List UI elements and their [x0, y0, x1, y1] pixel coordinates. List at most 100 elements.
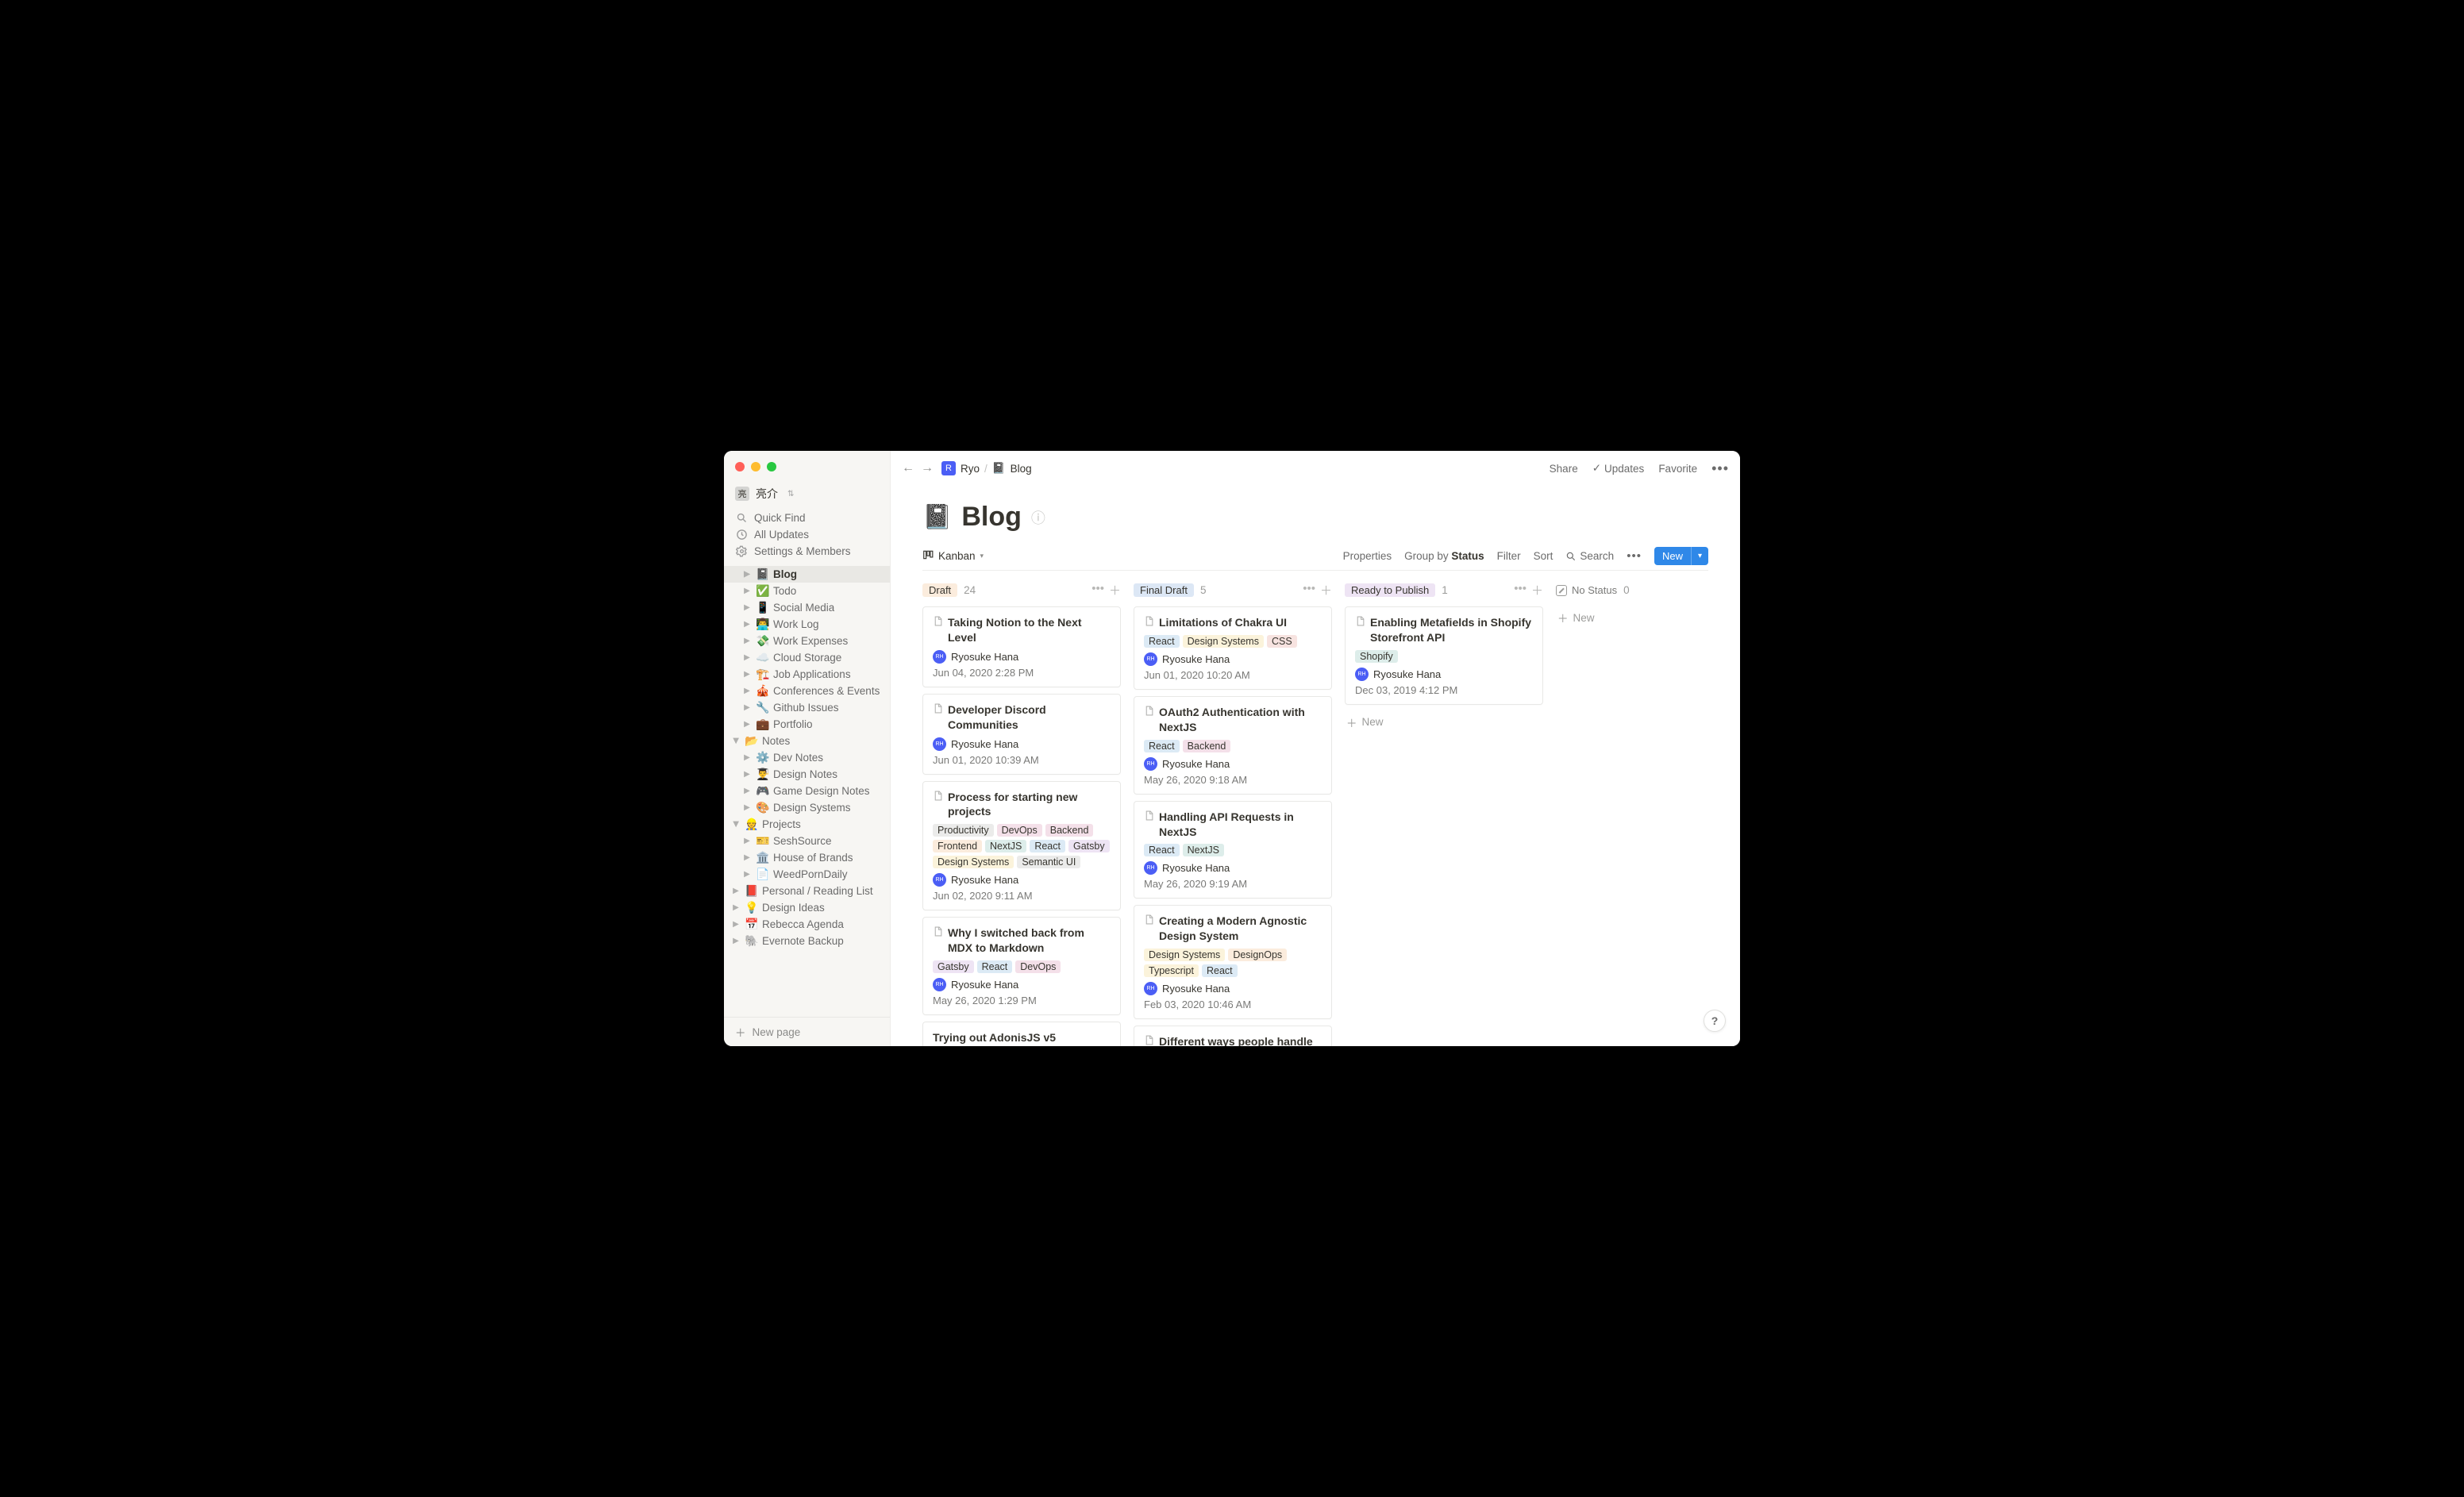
kanban-card[interactable]: Handling API Requests in NextJSReactNext…	[1134, 801, 1332, 899]
caret-icon[interactable]: ▶	[730, 920, 741, 929]
new-record-label[interactable]: New	[1654, 547, 1691, 565]
sidebar-item[interactable]: ▶💡Design Ideas	[724, 899, 890, 916]
sidebar-item[interactable]: ▶🏗️Job Applications	[724, 666, 890, 683]
column-more-button[interactable]: •••	[1303, 582, 1315, 598]
sidebar-item-label: Rebecca Agenda	[762, 918, 844, 930]
sidebar-item[interactable]: ▶🎪Conferences & Events	[724, 683, 890, 699]
sidebar-item[interactable]: ▶📅Rebecca Agenda	[724, 916, 890, 933]
caret-icon[interactable]: ▶	[741, 653, 753, 662]
kanban-card[interactable]: Process for starting new projectsProduct…	[922, 781, 1121, 911]
sidebar-item[interactable]: ▶⚙️Dev Notes	[724, 749, 890, 766]
add-card-button[interactable]: ＋New	[1345, 711, 1543, 733]
caret-icon[interactable]: ▶	[741, 620, 753, 629]
add-card-button[interactable]: ＋New	[1556, 606, 1708, 629]
sidebar-item[interactable]: ▶💼Portfolio	[724, 716, 890, 733]
all-updates-button[interactable]: All Updates	[724, 526, 890, 543]
minimize-window-button[interactable]	[751, 462, 760, 471]
sidebar-item[interactable]: ▶☁️Cloud Storage	[724, 649, 890, 666]
caret-icon[interactable]: ▶	[730, 887, 741, 895]
sidebar-item[interactable]: ▶🔧Github Issues	[724, 699, 890, 716]
quick-find-button[interactable]: Quick Find	[724, 510, 890, 526]
sidebar-item[interactable]: ▶🎮Game Design Notes	[724, 783, 890, 799]
info-icon[interactable]: ⓘ	[1031, 507, 1045, 528]
kanban-card[interactable]: Developer Discord CommunitiesRHRyosuke H…	[922, 694, 1121, 775]
kanban-card[interactable]: Different ways people handle grids in de…	[1134, 1026, 1332, 1046]
view-selector[interactable]: Kanban ▾	[922, 549, 984, 563]
groupby-button[interactable]: Group by Status	[1404, 550, 1484, 562]
caret-icon[interactable]: ▶	[741, 687, 753, 695]
column-more-button[interactable]: •••	[1091, 582, 1104, 598]
kanban-card[interactable]: Trying out AdonisJS v5RHRyosuke HanaMay …	[922, 1022, 1121, 1046]
breadcrumb-workspace[interactable]: Ryo	[961, 463, 980, 475]
page-emoji-icon: 🏗️	[756, 668, 770, 681]
sidebar-item[interactable]: ▶🐘Evernote Backup	[724, 933, 890, 949]
more-menu-button[interactable]: •••	[1711, 460, 1729, 477]
kanban-card[interactable]: Why I switched back from MDX to Markdown…	[922, 917, 1121, 1015]
sidebar-item[interactable]: ▶📄WeedPornDaily	[724, 866, 890, 883]
column-add-button[interactable]: ＋	[1109, 582, 1121, 598]
caret-icon[interactable]: ▶	[741, 770, 753, 779]
filter-button[interactable]: Filter	[1497, 550, 1521, 562]
caret-icon[interactable]: ▶	[732, 736, 741, 747]
sidebar-item[interactable]: ▶📕Personal / Reading List	[724, 883, 890, 899]
caret-icon[interactable]: ▶	[741, 803, 753, 812]
nav-back-button[interactable]: ←	[902, 461, 914, 475]
caret-icon[interactable]: ▶	[741, 603, 753, 612]
caret-icon[interactable]: ▶	[741, 720, 753, 729]
caret-icon[interactable]: ▶	[741, 853, 753, 862]
column-add-button[interactable]: ＋	[1320, 582, 1332, 598]
nav-forward-button[interactable]: →	[921, 461, 934, 475]
kanban-card[interactable]: Enabling Metafields in Shopify Storefron…	[1345, 606, 1543, 705]
sort-button[interactable]: Sort	[1534, 550, 1553, 562]
column-more-button[interactable]: •••	[1514, 582, 1527, 598]
sidebar-item[interactable]: ▶💸Work Expenses	[724, 633, 890, 649]
new-record-dropdown[interactable]: ▾	[1691, 547, 1708, 565]
search-icon	[735, 512, 748, 524]
sidebar-item[interactable]: ▶👷Projects	[724, 816, 890, 833]
workspace-switcher[interactable]: 亮 亮介 ⇅	[724, 483, 890, 508]
caret-icon[interactable]: ▶	[741, 570, 753, 579]
sidebar-item[interactable]: ▶📓Blog	[724, 566, 890, 583]
caret-icon[interactable]: ▶	[741, 837, 753, 845]
kanban-card[interactable]: Limitations of Chakra UIReactDesign Syst…	[1134, 606, 1332, 690]
column-status-tag[interactable]: Final Draft	[1134, 583, 1194, 597]
caret-icon[interactable]: ▶	[741, 587, 753, 595]
sidebar-item[interactable]: ▶🎨Design Systems	[724, 799, 890, 816]
column-status-tag[interactable]: Draft	[922, 583, 957, 597]
page-emoji[interactable]: 📓	[922, 503, 952, 531]
caret-icon[interactable]: ▶	[741, 753, 753, 762]
properties-button[interactable]: Properties	[1343, 550, 1392, 562]
updates-button[interactable]: ✓ Updates	[1592, 462, 1645, 475]
maximize-window-button[interactable]	[767, 462, 776, 471]
favorite-button[interactable]: Favorite	[1658, 463, 1697, 475]
sidebar-item[interactable]: ▶📱Social Media	[724, 599, 890, 616]
caret-icon[interactable]: ▶	[741, 703, 753, 712]
kanban-card[interactable]: OAuth2 Authentication with NextJSReactBa…	[1134, 696, 1332, 795]
sidebar-item[interactable]: ▶🎫SeshSource	[724, 833, 890, 849]
sidebar-item[interactable]: ▶🏛️House of Brands	[724, 849, 890, 866]
search-button[interactable]: Search	[1565, 550, 1614, 562]
page-title[interactable]: Blog	[961, 502, 1022, 533]
kanban-card[interactable]: Taking Notion to the Next LevelRHRyosuke…	[922, 606, 1121, 687]
column-status-tag[interactable]: Ready to Publish	[1345, 583, 1435, 597]
caret-icon[interactable]: ▶	[730, 937, 741, 945]
new-page-button[interactable]: ＋ New page	[724, 1017, 890, 1046]
sidebar-item[interactable]: ▶📂Notes	[724, 733, 890, 749]
kanban-card[interactable]: Creating a Modern Agnostic Design System…	[1134, 905, 1332, 1019]
share-button[interactable]: Share	[1550, 463, 1578, 475]
caret-icon[interactable]: ▶	[741, 670, 753, 679]
sidebar-item[interactable]: ▶✅Todo	[724, 583, 890, 599]
view-more-button[interactable]: •••	[1627, 549, 1642, 563]
sidebar-item[interactable]: ▶👨‍💻Work Log	[724, 616, 890, 633]
caret-icon[interactable]: ▶	[730, 903, 741, 912]
caret-icon[interactable]: ▶	[741, 870, 753, 879]
sidebar-item[interactable]: ▶👨‍🎓Design Notes	[724, 766, 890, 783]
caret-icon[interactable]: ▶	[732, 819, 741, 830]
close-window-button[interactable]	[735, 462, 745, 471]
caret-icon[interactable]: ▶	[741, 787, 753, 795]
caret-icon[interactable]: ▶	[741, 637, 753, 645]
help-button[interactable]: ?	[1704, 1010, 1726, 1032]
settings-button[interactable]: Settings & Members	[724, 543, 890, 560]
breadcrumb-page[interactable]: Blog	[1011, 463, 1032, 475]
column-add-button[interactable]: ＋	[1531, 582, 1543, 598]
